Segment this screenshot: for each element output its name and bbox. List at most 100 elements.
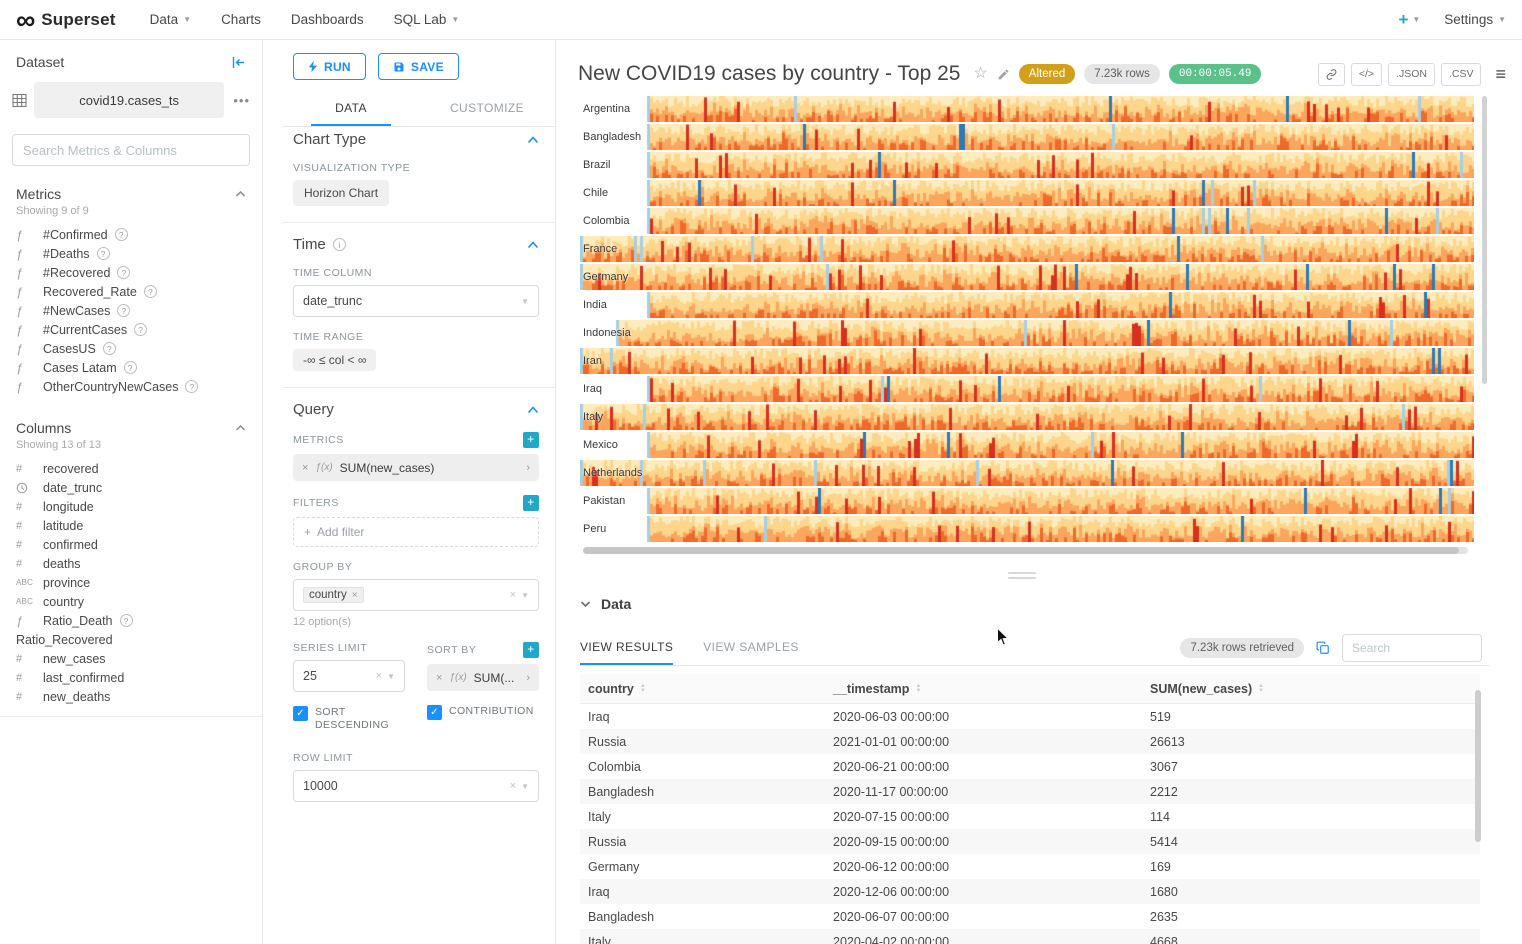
nav-item-data[interactable]: Data▼ (150, 0, 191, 40)
column-item[interactable]: #latitude (16, 516, 248, 535)
table-row[interactable]: Bangladesh2020-11-17 00:00:002212 (580, 779, 1480, 804)
run-button[interactable]: RUN (293, 53, 366, 80)
metric-chip[interactable]: × ƒ(x) SUM(new_cases) › (293, 454, 539, 481)
group-by-select[interactable]: country × × ▼ (293, 579, 539, 611)
collapse-panel-icon[interactable] (231, 56, 246, 69)
horizon-row[interactable]: Italy (580, 404, 1474, 430)
column-item[interactable]: Ratio_Recovered (16, 630, 248, 649)
column-item[interactable]: ABCprovince (16, 573, 248, 592)
add-sort-by-button[interactable]: + (523, 642, 539, 658)
metric-item[interactable]: ƒ#NewCases? (16, 301, 248, 320)
horizon-row[interactable]: Bangladesh (580, 124, 1474, 150)
chart-menu-icon[interactable]: ≡ (1495, 64, 1506, 85)
dataset-more-icon[interactable]: ••• (231, 93, 252, 108)
column-item[interactable]: #recovered (16, 459, 248, 478)
data-section-header[interactable]: Data (580, 596, 631, 612)
horizon-row[interactable]: Argentina (580, 96, 1474, 122)
table-row[interactable]: Bangladesh2020-06-07 00:00:002635 (580, 904, 1480, 929)
add-filter-button[interactable]: + (523, 495, 539, 511)
horizon-row[interactable]: Peru (580, 516, 1474, 542)
clear-icon[interactable]: × (376, 670, 382, 682)
export-json-button[interactable]: .JSON (1388, 63, 1435, 86)
panel-resize-handle[interactable] (1008, 572, 1036, 582)
chevron-up-icon[interactable] (527, 136, 539, 144)
nav-item-charts[interactable]: Charts (221, 0, 261, 40)
column-item[interactable]: #longitude (16, 497, 248, 516)
favorite-star-icon[interactable]: ☆ (973, 66, 987, 82)
column-item[interactable]: #deaths (16, 554, 248, 573)
horizon-row[interactable]: Indonesia (580, 320, 1474, 346)
horizon-row[interactable]: Netherlands (580, 460, 1474, 486)
clear-icon[interactable]: × (510, 589, 516, 601)
column-item[interactable]: date_trunc (16, 478, 248, 497)
horizon-row[interactable]: Brazil (580, 152, 1474, 178)
add-filter-dropzone[interactable]: + Add filter (293, 517, 539, 547)
tab-view-samples[interactable]: VIEW SAMPLES (703, 632, 799, 665)
time-range-value[interactable]: -∞ ≤ col < ∞ (293, 349, 376, 371)
group-by-tag[interactable]: country × (303, 587, 364, 603)
horizon-row[interactable]: Mexico (580, 432, 1474, 458)
embed-code-button[interactable]: </> (1351, 63, 1382, 86)
clear-icon[interactable]: × (510, 780, 516, 792)
table-row[interactable]: Colombia2020-06-21 00:00:003067 (580, 754, 1480, 779)
chart-vertical-scrollbar[interactable] (1482, 96, 1487, 384)
metric-item[interactable]: ƒ#Deaths? (16, 244, 248, 263)
column-item[interactable]: #confirmed (16, 535, 248, 554)
series-limit-select[interactable]: 25 × ▼ (293, 660, 405, 692)
checkbox-checked-icon[interactable]: ✓ (293, 706, 308, 721)
column-item[interactable]: ƒRatio_Death? (16, 611, 248, 630)
column-header-country[interactable]: country▲▼ (580, 682, 825, 696)
remove-metric-icon[interactable]: × (302, 462, 308, 474)
table-row[interactable]: Russia2021-01-01 00:00:0026613 (580, 729, 1480, 754)
settings-menu[interactable]: Settings ▼ (1444, 12, 1506, 27)
viz-type-value[interactable]: Horizon Chart (293, 180, 389, 206)
table-row[interactable]: Iraq2020-06-03 00:00:00519 (580, 704, 1480, 729)
table-row[interactable]: Iraq2020-12-06 00:00:001680 (580, 879, 1480, 904)
horizon-row[interactable]: Iraq (580, 376, 1474, 402)
horizon-row[interactable]: Pakistan (580, 488, 1474, 514)
remove-sort-icon[interactable]: × (436, 672, 442, 684)
table-scrollbar-thumb[interactable] (1475, 690, 1481, 842)
table-row[interactable]: Russia2020-09-15 00:00:005414 (580, 829, 1480, 854)
metrics-search-input[interactable] (23, 143, 239, 158)
chevron-up-icon[interactable] (527, 406, 539, 414)
edit-pencil-icon[interactable] (997, 68, 1010, 81)
control-scroll[interactable]: Chart Type VISUALIZATION TYPE Horizon Ch… (263, 118, 555, 944)
remove-tag-icon[interactable]: × (352, 590, 358, 601)
metric-item[interactable]: ƒRecovered_Rate? (16, 282, 248, 301)
new-button[interactable]: + ▼ (1398, 10, 1420, 30)
horizon-row[interactable]: Iran (580, 348, 1474, 374)
column-item[interactable]: #new_deaths (16, 687, 248, 706)
column-header-sum-new-cases-[interactable]: SUM(new_cases)▲▼ (1142, 682, 1480, 696)
horizon-row[interactable]: Chile (580, 180, 1474, 206)
metric-item[interactable]: ƒOtherCountryNewCases? (16, 377, 248, 396)
horizon-row[interactable]: France (580, 236, 1474, 262)
scrollbar-thumb[interactable] (583, 547, 1459, 554)
export-csv-button[interactable]: .CSV (1441, 63, 1482, 86)
checkbox-checked-icon[interactable]: ✓ (427, 705, 442, 720)
chart-horizontal-scrollbar[interactable] (583, 547, 1468, 554)
horizon-row[interactable]: Germany (580, 264, 1474, 290)
brand-name[interactable]: Superset (41, 10, 115, 30)
add-metric-button[interactable]: + (523, 432, 539, 448)
tab-view-results[interactable]: VIEW RESULTS (580, 632, 673, 665)
table-row[interactable]: Italy2020-07-15 00:00:00114 (580, 804, 1480, 829)
metric-item[interactable]: ƒ#Recovered? (16, 263, 248, 282)
metric-item[interactable]: ƒCasesUS? (16, 339, 248, 358)
columns-section-header[interactable]: Columns (0, 406, 262, 438)
column-item[interactable]: #last_confirmed (16, 668, 248, 687)
row-limit-select[interactable]: 10000 × ▼ (293, 770, 539, 802)
chevron-up-icon[interactable] (527, 241, 539, 249)
metric-item[interactable]: ƒCases Latam? (16, 358, 248, 377)
nav-item-sql-lab[interactable]: SQL Lab▼ (394, 0, 460, 40)
dataset-selector[interactable]: covid19.cases_ts ••• (0, 78, 262, 122)
column-header--timestamp[interactable]: __timestamp▲▼ (825, 682, 1142, 696)
chart-title[interactable]: New COVID19 cases by country - Top 25 (578, 62, 960, 86)
altered-badge[interactable]: Altered (1019, 64, 1075, 84)
sort-by-chip[interactable]: × ƒ(x) SUM(... › (427, 664, 539, 691)
save-button[interactable]: SAVE (378, 53, 459, 80)
metric-item[interactable]: ƒ#CurrentCases? (16, 320, 248, 339)
copy-link-button[interactable] (1318, 63, 1345, 86)
dataset-name[interactable]: covid19.cases_ts (34, 82, 224, 118)
results-search-input[interactable] (1352, 641, 1472, 655)
